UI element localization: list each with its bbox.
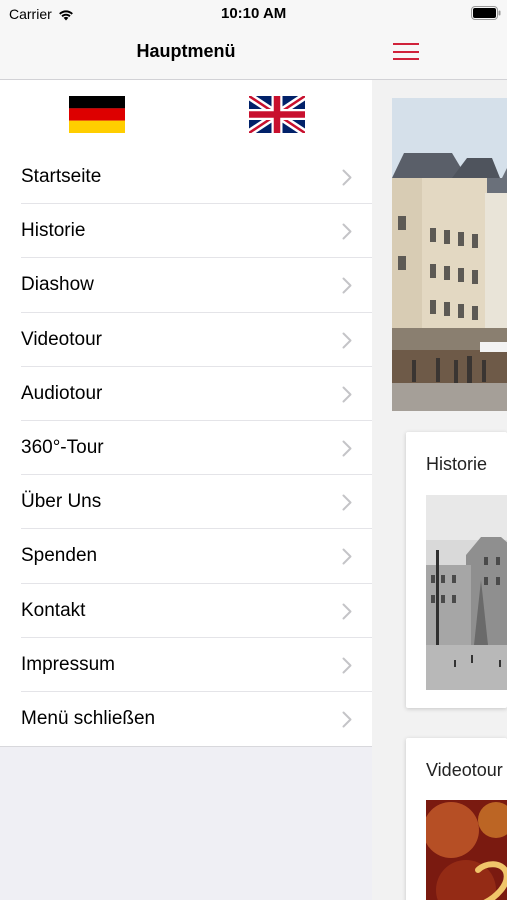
chevron-right-icon (342, 169, 352, 186)
menu-list: Startseite Historie Diashow Videotour Au… (0, 150, 372, 748)
menu-item-label: Startseite (21, 166, 102, 188)
flag-uk-icon[interactable] (249, 96, 305, 133)
videotour-image (426, 800, 507, 900)
hero-image (392, 98, 507, 411)
menu-item-spenden[interactable]: Spenden (0, 529, 372, 584)
menu-item-label: Kontakt (21, 599, 86, 621)
main-menu-drawer: Hauptmenü Startseite Historie Diashow Vi… (0, 0, 372, 900)
menu-item-label: 360°-Tour (21, 437, 104, 459)
menu-item-label: Impressum (21, 653, 115, 675)
card-title: Historie (426, 454, 488, 474)
chevron-right-icon (342, 657, 352, 674)
chevron-right-icon (342, 277, 352, 294)
menu-item-videotour[interactable]: Videotour (0, 313, 372, 367)
carrier-indicator: Carrier (9, 6, 75, 22)
main-content: Historie Videotour (372, 0, 507, 900)
chevron-right-icon (342, 548, 352, 565)
menu-item-kontakt[interactable]: Kontakt (0, 584, 372, 638)
language-selector (0, 80, 372, 150)
menu-item-ueber-uns[interactable]: Über Uns (0, 475, 372, 530)
chevron-right-icon (342, 223, 352, 240)
flag-germany-icon[interactable] (69, 96, 125, 133)
menu-title: Hauptmenü (136, 41, 236, 61)
chevron-right-icon (342, 440, 352, 457)
chevron-right-icon (342, 386, 352, 403)
menu-item-label: Über Uns (21, 491, 102, 513)
wifi-icon (58, 9, 73, 20)
menu-item-impressum[interactable]: Impressum (0, 638, 372, 693)
card-title: Videotour (426, 760, 503, 780)
menu-item-label: Audiotour (21, 382, 103, 404)
chevron-right-icon (342, 332, 352, 349)
menu-item-label: Spenden (21, 545, 98, 567)
chevron-right-icon (342, 603, 352, 620)
carrier-label: Carrier (9, 6, 52, 22)
menu-item-startseite[interactable]: Startseite (0, 150, 372, 205)
menu-item-diashow[interactable]: Diashow (0, 258, 372, 313)
app-screen: Carrier 10:10 AM Hauptmenü Startseite Hi… (0, 0, 507, 900)
videotour-card[interactable]: Videotour (406, 738, 507, 900)
clock: 10:10 AM (221, 5, 287, 22)
historie-image (426, 495, 507, 690)
menu-item-historie[interactable]: Historie (0, 204, 372, 259)
status-bar: Carrier 10:10 AM (0, 0, 507, 28)
menu-item-label: Menü schließen (21, 707, 156, 729)
chevron-right-icon (342, 494, 352, 511)
menu-item-label: Diashow (21, 274, 94, 296)
menu-item-label: Historie (21, 220, 86, 242)
menu-item-audiotour[interactable]: Audiotour (0, 367, 372, 422)
battery-icon (471, 6, 501, 20)
menu-item-close-menu[interactable]: Menü schließen (0, 692, 372, 746)
historie-card[interactable]: Historie (406, 432, 507, 708)
chevron-right-icon (342, 711, 352, 728)
hamburger-menu-icon[interactable] (393, 43, 419, 60)
menu-item-360-tour[interactable]: 360°-Tour (0, 421, 372, 476)
menu-item-label: Videotour (21, 328, 102, 350)
